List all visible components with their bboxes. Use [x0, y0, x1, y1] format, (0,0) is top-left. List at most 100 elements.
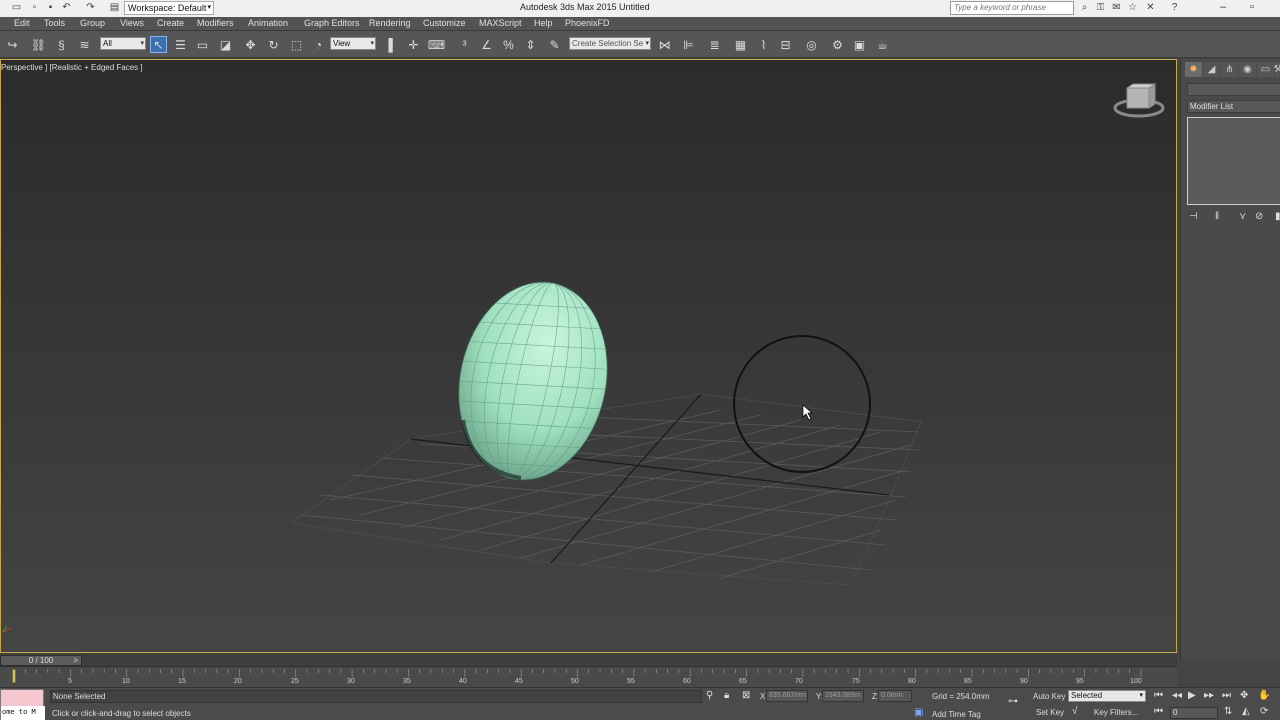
keyboard-shortcut-icon[interactable]: ⌨	[428, 36, 445, 53]
select-object-icon[interactable]: ↖	[150, 36, 167, 53]
next-frame-icon[interactable]: ▸▸	[1204, 690, 1214, 701]
reference-coordinate-dropdown[interactable]: View ▾	[330, 37, 376, 50]
rectangular-selection-icon[interactable]: ▭	[194, 36, 211, 53]
menu-graph-editors[interactable]: Graph Editors	[304, 18, 360, 28]
scene-canvas[interactable]	[1, 60, 1176, 652]
menu-help[interactable]: Help	[534, 18, 553, 28]
align-icon[interactable]: ⊫	[680, 36, 697, 53]
mirror-icon[interactable]: ⋈	[656, 36, 673, 53]
set-key-button[interactable]: Set Key	[1036, 708, 1064, 717]
named-selection-dropdown[interactable]: Create Selection Se ▾	[569, 37, 651, 50]
show-end-result-icon[interactable]: ‖	[1215, 211, 1219, 222]
perspective-viewport[interactable]: Perspective ] [Realistic + Edged Faces ]	[0, 59, 1177, 653]
time-slider-thumb[interactable]: 0 / 100 >	[0, 655, 82, 666]
window-crossing-icon[interactable]: ◪	[217, 36, 234, 53]
material-editor-icon[interactable]: ◎	[803, 36, 820, 53]
modifier-stack-list[interactable]	[1187, 117, 1280, 205]
menu-customize[interactable]: Customize	[423, 18, 466, 28]
project-folder-icon[interactable]: ▤	[108, 2, 121, 14]
search-input[interactable]: Type a keyword or phrase	[950, 1, 1074, 15]
menu-edit[interactable]: Edit	[14, 18, 30, 28]
y-coordinate-field[interactable]: 1843.089m	[822, 690, 864, 702]
isolate-selection-icon[interactable]: ⚲	[706, 690, 713, 701]
play-icon[interactable]: ▶	[1188, 690, 1196, 701]
zoom-extents-icon[interactable]: ✥	[1240, 690, 1248, 701]
current-frame-marker[interactable]	[12, 669, 16, 683]
go-to-start-icon[interactable]: ⏮	[1154, 690, 1163, 701]
menu-phoenixfd[interactable]: PhoenixFD	[565, 18, 610, 28]
pin-stack-icon[interactable]: ⊣	[1189, 211, 1198, 222]
make-unique-icon[interactable]: ⋎	[1239, 211, 1246, 222]
circle-spline-object[interactable]	[733, 335, 871, 473]
layer-manager-icon[interactable]: ≣	[706, 36, 723, 53]
track-bar[interactable]: 5 10 15 20 25 30 35 40 45 50 55 60 65 70…	[0, 666, 1177, 687]
menu-create[interactable]: Create	[157, 18, 184, 28]
select-and-link-icon[interactable]: ⛓	[30, 36, 47, 53]
key-icon[interactable]: ⊶	[1008, 696, 1018, 707]
x-coordinate-field[interactable]: 835.667mm	[766, 690, 808, 702]
menu-animation[interactable]: Animation	[248, 18, 288, 28]
viewcube-icon[interactable]	[1113, 83, 1165, 118]
key-mode-toggle-icon[interactable]: ⏮	[1154, 706, 1163, 717]
orbit-icon[interactable]: ⟳	[1260, 706, 1268, 717]
menu-group[interactable]: Group	[80, 18, 105, 28]
schematic-view-icon[interactable]: ⊟	[777, 36, 794, 53]
unlink-selection-icon[interactable]: §	[53, 36, 70, 53]
percent-snap-icon[interactable]: %	[500, 36, 517, 53]
ribbon-toggle-icon[interactable]: ▦	[732, 36, 749, 53]
motion-tab-icon[interactable]: ◉	[1239, 62, 1256, 77]
auto-key-button[interactable]: Auto Key	[1033, 692, 1065, 701]
default-in-out-tangent-icon[interactable]: √	[1072, 706, 1078, 717]
remove-modifier-icon[interactable]: ⊘	[1255, 211, 1263, 222]
menu-views[interactable]: Views	[120, 18, 144, 28]
time-tag-icon[interactable]: ▣	[914, 707, 923, 718]
favorites-icon[interactable]: ☆	[1126, 2, 1139, 14]
select-manipulate-icon[interactable]: ✛	[405, 36, 422, 53]
hierarchy-tab-icon[interactable]: ⋔	[1221, 62, 1238, 77]
curve-editor-icon[interactable]: ⌇	[755, 36, 772, 53]
absolute-mode-icon[interactable]: ⊠	[742, 690, 750, 701]
time-slider[interactable]: 0 / 100 >	[0, 654, 1177, 666]
maxscript-output-line[interactable]: ome to M	[1, 706, 45, 720]
save-icon[interactable]: ▪	[44, 2, 57, 14]
binoculars-icon[interactable]: ⌕	[1078, 2, 1091, 14]
key-mode-dropdown[interactable]: Selected ▾	[1068, 690, 1146, 702]
modify-tab-icon[interactable]: ◢	[1203, 62, 1220, 77]
close-search-icon[interactable]: ✕	[1144, 2, 1157, 14]
previous-frame-icon[interactable]: ◂◂	[1172, 690, 1182, 701]
pan-view-icon[interactable]: ✋	[1258, 690, 1270, 701]
communication-icon[interactable]: ✉	[1110, 2, 1123, 14]
selection-lock-icon[interactable]: 🔒︎	[724, 690, 729, 701]
current-frame-field[interactable]: 0	[1170, 707, 1218, 719]
menu-rendering[interactable]: Rendering	[369, 18, 411, 28]
create-tab-icon[interactable]: ✸	[1185, 62, 1202, 77]
move-icon[interactable]: ✥	[242, 36, 259, 53]
undo-arrow-icon[interactable]: ↪	[4, 36, 21, 53]
spinner-snap-icon[interactable]: ⇕	[522, 36, 539, 53]
bind-space-warp-icon[interactable]: ≋	[76, 36, 93, 53]
render-setup-icon[interactable]: ⚙	[829, 36, 846, 53]
edit-named-selection-icon[interactable]: ✎	[546, 36, 563, 53]
configure-modifier-sets-icon[interactable]: ▮	[1275, 211, 1280, 222]
redo-icon[interactable]: ↷	[84, 2, 97, 14]
new-scene-icon[interactable]: ▫	[28, 2, 41, 14]
placement-icon[interactable]: ◔	[310, 36, 327, 53]
selection-filter-dropdown[interactable]: All ▾	[100, 37, 146, 50]
subscription-icon[interactable]: ⚿	[1094, 2, 1107, 14]
snap-toggle-icon[interactable]: ³	[456, 36, 473, 53]
angle-snap-icon[interactable]: ∠	[478, 36, 495, 53]
rendered-frame-window-icon[interactable]: ▣	[851, 36, 868, 53]
minimize-icon[interactable]: –	[1220, 1, 1226, 13]
pivot-center-icon[interactable]: ▐	[380, 36, 397, 53]
render-production-icon[interactable]: ☕	[874, 36, 891, 53]
app-menu-icon[interactable]: ▭	[10, 2, 23, 14]
key-filters-button[interactable]: Key Filters...	[1094, 708, 1138, 717]
time-configuration-icon[interactable]: ⇅	[1224, 706, 1232, 717]
help-icon[interactable]: ?	[1168, 2, 1181, 14]
maxscript-mini-listener[interactable]: ome to M	[0, 689, 45, 720]
z-coordinate-field[interactable]: 0.0mm	[878, 690, 912, 702]
undo-icon[interactable]: ↶	[60, 2, 73, 14]
add-time-tag-button[interactable]: Add Time Tag	[932, 710, 981, 719]
rotate-icon[interactable]: ↻	[265, 36, 282, 53]
display-tab-icon[interactable]: ▭	[1257, 62, 1274, 77]
